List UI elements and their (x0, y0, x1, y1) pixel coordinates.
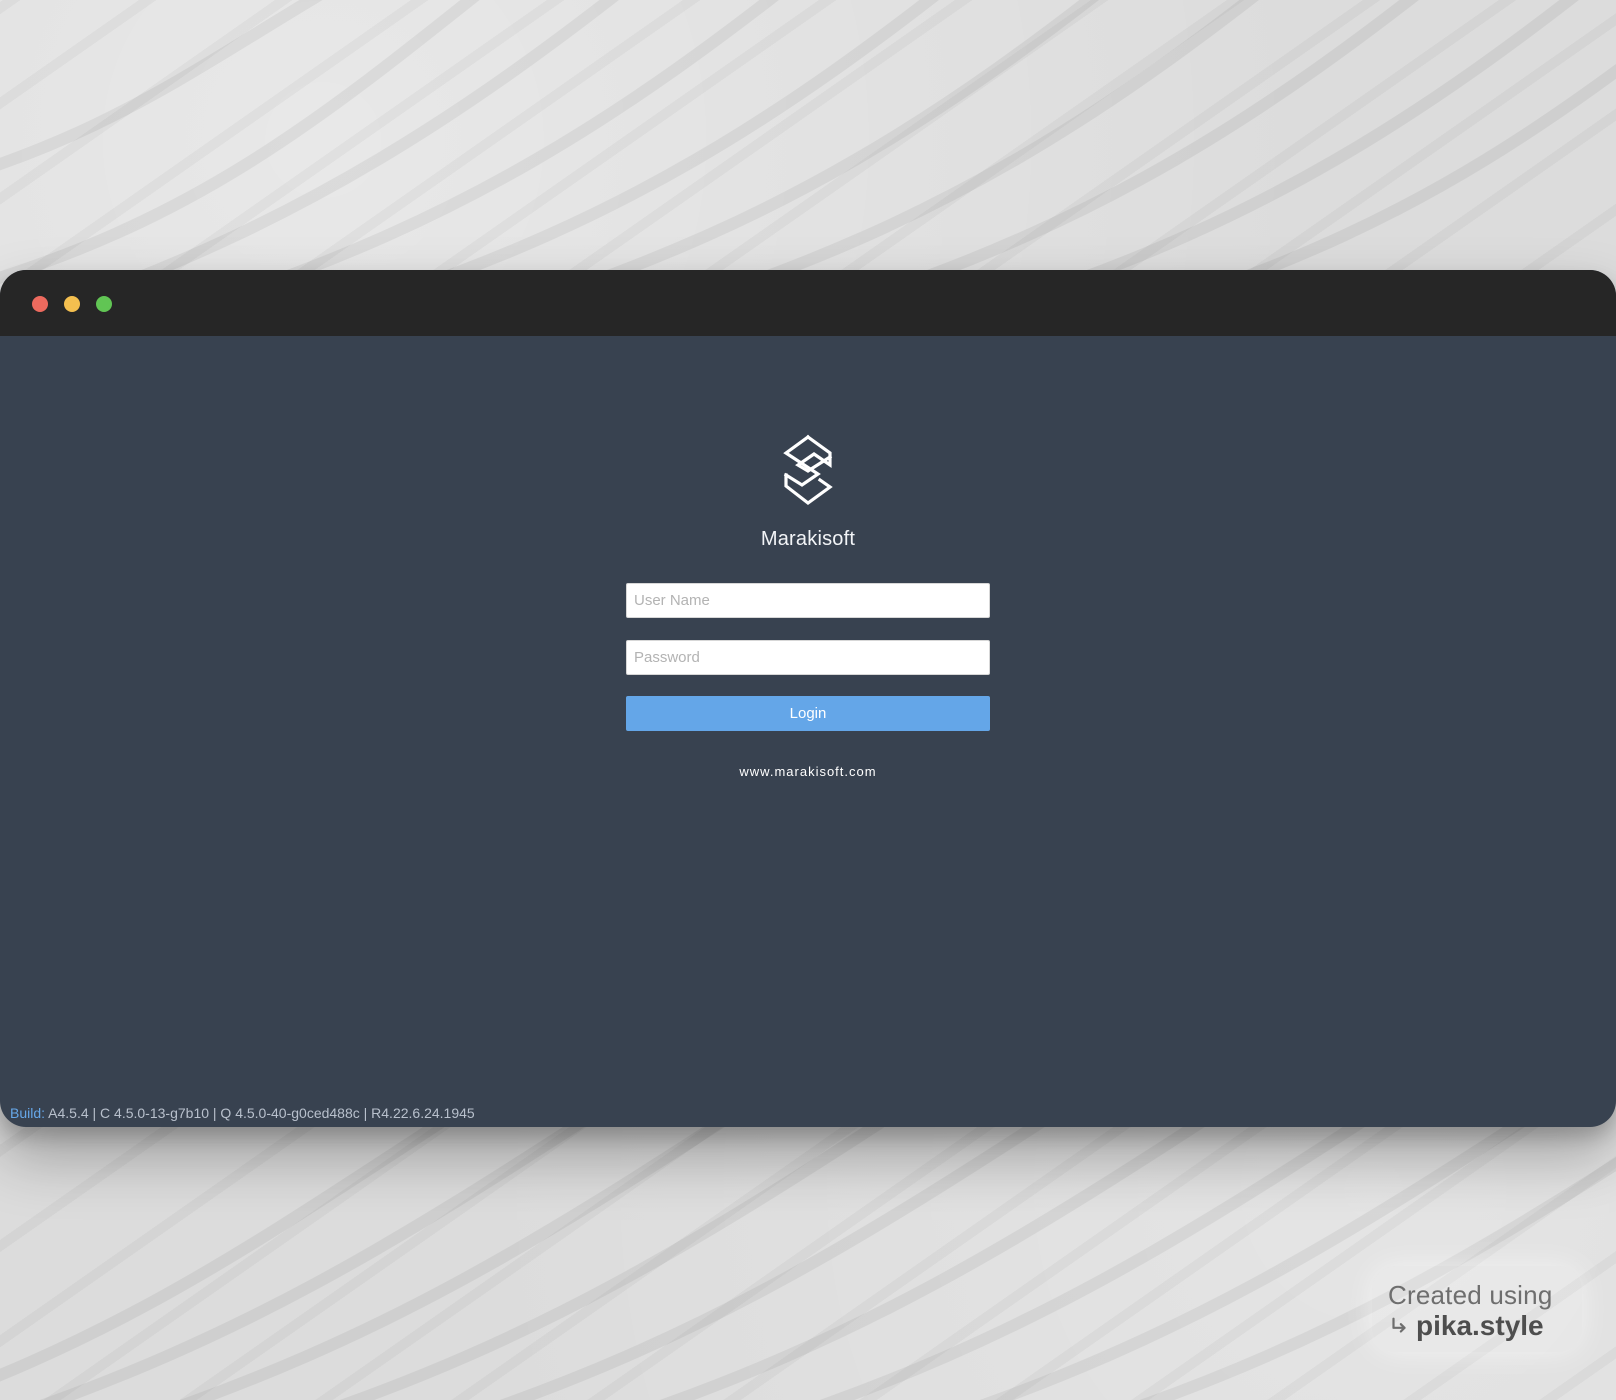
login-form: Marakisoft Login www.marakisoft.com (626, 434, 990, 779)
watermark-line1: Created using (1388, 1280, 1553, 1310)
close-traffic-light[interactable] (32, 296, 48, 312)
minimize-traffic-light[interactable] (64, 296, 80, 312)
zoom-traffic-light[interactable] (96, 296, 112, 312)
window-content: Marakisoft Login www.marakisoft.com Buil… (0, 336, 1616, 1127)
watermark-line2: pika.style (1388, 1310, 1544, 1342)
pika-watermark: Created using pika.style (1372, 1266, 1582, 1352)
build-label: Build: (10, 1105, 46, 1121)
password-input[interactable] (626, 640, 990, 675)
watermark-brand: pika.style (1416, 1310, 1544, 1341)
app-window: Marakisoft Login www.marakisoft.com Buil… (0, 270, 1616, 1127)
build-info: Build: A4.5.4 | C 4.5.0-13-g7b10 | Q 4.5… (10, 1105, 475, 1121)
app-name: Marakisoft (760, 528, 856, 550)
return-arrow-icon (1392, 1317, 1406, 1333)
username-field-wrapper (626, 583, 990, 618)
login-button[interactable]: Login (626, 696, 990, 731)
username-input[interactable] (626, 583, 990, 618)
website-link[interactable]: www.marakisoft.com (626, 764, 990, 779)
marakisoft-logo-icon (783, 434, 833, 505)
window-titlebar (0, 270, 1616, 336)
password-field-wrapper (626, 640, 990, 675)
build-value: A4.5.4 | C 4.5.0-13-g7b10 | Q 4.5.0-40-g… (48, 1105, 475, 1121)
